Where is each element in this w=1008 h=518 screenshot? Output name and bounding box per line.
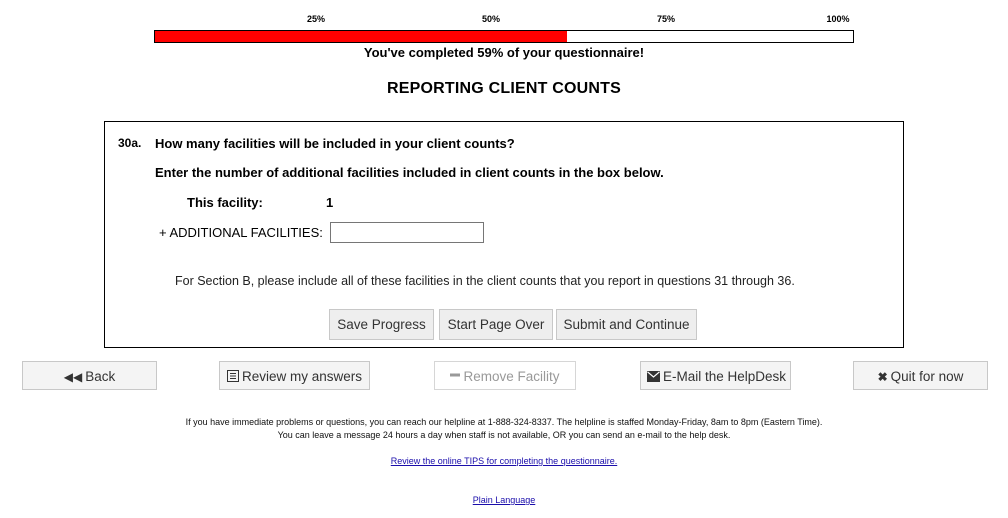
section-title: REPORTING CLIENT COUNTS <box>387 80 621 97</box>
helpline-text: If you have immediate problems or questi… <box>185 417 823 427</box>
close-icon: ✖ <box>877 370 888 384</box>
this-facility-value: 1 <box>326 195 334 210</box>
double-left-arrow-icon: ◀◀ <box>63 370 83 384</box>
tick-100: 100% <box>826 14 850 24</box>
start-page-over-button[interactable]: Start Page Over <box>439 309 553 340</box>
quit-button[interactable]: ✖ Quit for now <box>853 361 988 390</box>
minus-icon <box>450 364 461 391</box>
review-answers-label: Review my answers <box>241 369 363 384</box>
progress-fill <box>155 31 567 42</box>
question-text: How many facilities will be included in … <box>155 136 515 151</box>
tick-75: 75% <box>656 14 676 24</box>
progress-ticks: 25% 50% 75% 100% <box>154 14 854 26</box>
question-number: 30a. <box>118 136 142 150</box>
tips-link[interactable]: Review the online TIPS for completing th… <box>391 456 617 466</box>
email-helpdesk-label: E-Mail the HelpDesk <box>663 369 787 384</box>
envelope-icon <box>647 364 660 391</box>
save-progress-button[interactable]: Save Progress <box>329 309 434 340</box>
list-icon <box>226 364 239 391</box>
this-facility-label: This facility: <box>187 195 263 210</box>
progress-bar <box>154 30 854 43</box>
question-instruction: Enter the number of additional facilitie… <box>155 165 664 180</box>
back-button[interactable]: ◀◀ Back <box>22 361 157 390</box>
additional-facilities-label: + ADDITIONAL FACILITIES: <box>159 225 323 240</box>
review-answers-button[interactable]: Review my answers <box>219 361 370 390</box>
submit-continue-button[interactable]: Submit and Continue <box>556 309 697 340</box>
section-note: For Section B, please include all of the… <box>175 274 795 288</box>
tick-25: 25% <box>306 14 326 24</box>
question-box: 30a. How many facilities will be include… <box>104 121 904 348</box>
progress-text: You've completed 59% of your questionnai… <box>363 45 645 60</box>
remove-facility-label: Remove Facility <box>463 369 560 384</box>
quit-button-label: Quit for now <box>890 369 964 384</box>
plain-language-link[interactable]: Plain Language <box>473 495 536 505</box>
message-text: You can leave a message 24 hours a day w… <box>277 430 731 440</box>
tick-50: 50% <box>481 14 501 24</box>
email-helpdesk-button[interactable]: E-Mail the HelpDesk <box>640 361 791 390</box>
additional-facilities-input[interactable] <box>330 222 484 243</box>
back-button-label: Back <box>85 369 116 384</box>
remove-facility-button[interactable]: Remove Facility <box>434 361 576 390</box>
